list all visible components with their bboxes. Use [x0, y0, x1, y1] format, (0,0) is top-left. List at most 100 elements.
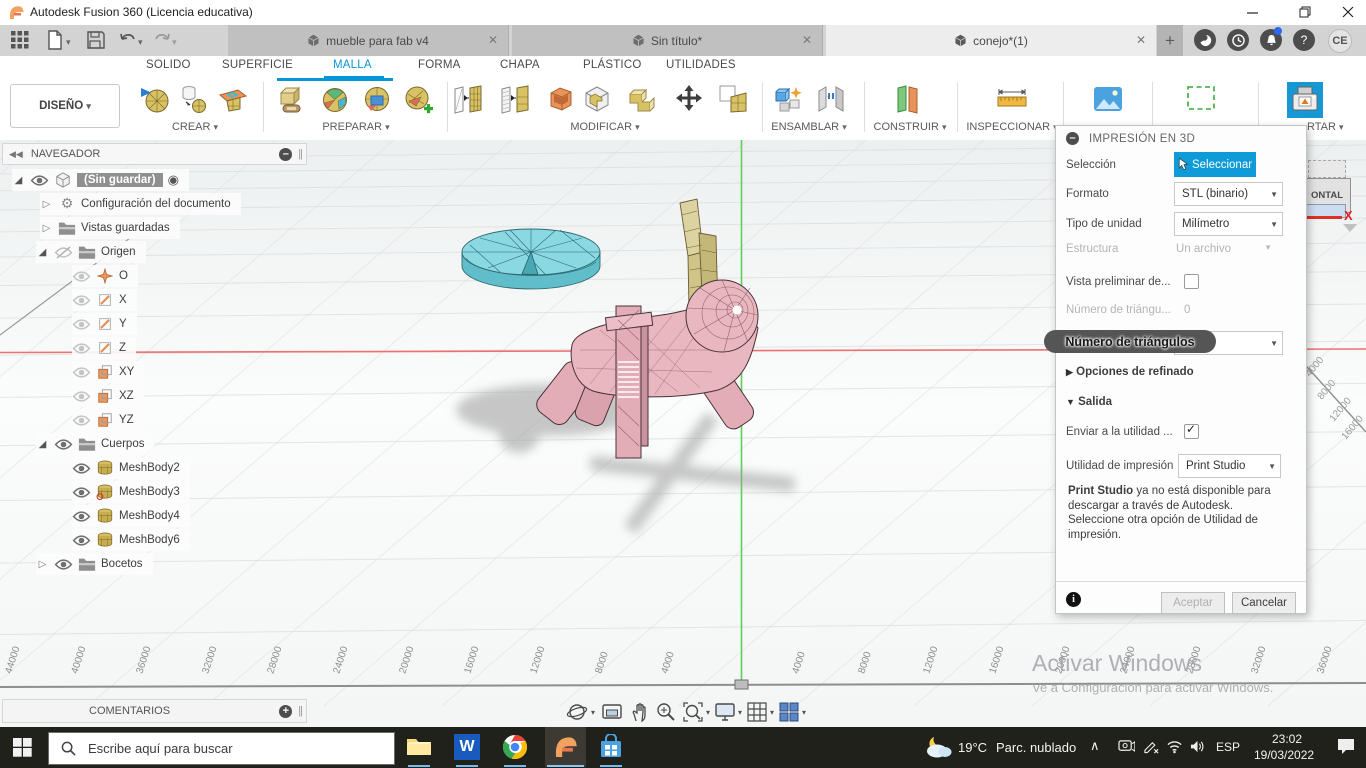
- cancel-button[interactable]: Cancelar: [1232, 592, 1296, 614]
- visibility-eye-icon[interactable]: [72, 294, 91, 307]
- viewports-caret[interactable]: ▾: [802, 708, 806, 717]
- tree-label[interactable]: MeshBody3: [119, 486, 180, 498]
- move-icon[interactable]: [674, 84, 704, 114]
- visibility-eye-icon[interactable]: [54, 438, 73, 451]
- expander-open-icon[interactable]: ◢: [12, 175, 25, 186]
- delete-faces-icon[interactable]: [718, 84, 748, 114]
- generate-faces-icon[interactable]: [278, 84, 308, 114]
- navigator-minus-icon[interactable]: –: [279, 148, 292, 161]
- ribbon-tab-utilidades[interactable]: UTILIDADES: [666, 59, 736, 71]
- group-label-insertar-partial[interactable]: RTAR ▾: [1307, 121, 1357, 133]
- account-avatar[interactable]: CE: [1328, 29, 1352, 53]
- accept-button[interactable]: Aceptar: [1161, 592, 1225, 614]
- wifi-icon[interactable]: [1166, 739, 1183, 754]
- joint-icon[interactable]: [816, 84, 846, 114]
- group-label-inspeccionar[interactable]: INSPECCIONAR ▾: [952, 121, 1072, 133]
- viewcube-x-label[interactable]: X: [1344, 208, 1353, 223]
- ribbon-tab-superficie[interactable]: SUPERFICIE: [222, 59, 293, 71]
- close-button[interactable]: [1333, 3, 1363, 21]
- tree-item-sketches[interactable]: ▷ Bocetos: [36, 553, 153, 575]
- ribbon-tab-forma[interactable]: FORMA: [418, 59, 461, 71]
- tree-label[interactable]: Vistas guardadas: [81, 222, 170, 234]
- fusion-taskbar-tile[interactable]: [545, 727, 586, 767]
- tree-label[interactable]: MeshBody4: [119, 510, 180, 522]
- job-status-icon[interactable]: [1227, 29, 1249, 51]
- weather-temp[interactable]: 19°C: [958, 740, 987, 755]
- app-grid-icon[interactable]: [10, 30, 30, 50]
- tree-item-origin[interactable]: ◢ Origen: [36, 241, 146, 263]
- orbit-icon[interactable]: [566, 701, 588, 723]
- tree-item-meshbody6[interactable]: MeshBody6: [72, 529, 190, 551]
- display-caret[interactable]: ▾: [738, 708, 742, 717]
- grid-caret[interactable]: ▾: [770, 708, 774, 717]
- print-3d-active-tool[interactable]: [1287, 82, 1323, 118]
- undo-icon[interactable]: [118, 30, 138, 50]
- tree-label[interactable]: Bocetos: [101, 558, 143, 570]
- tree-item-root[interactable]: ◢ (Sin guardar) ◉: [12, 169, 189, 191]
- undo-caret[interactable]: ▾: [138, 37, 143, 48]
- tree-label[interactable]: X: [119, 294, 127, 306]
- comments-bar[interactable]: COMENTARIOS + ||: [2, 699, 307, 723]
- visibility-eye-off-icon[interactable]: [54, 246, 73, 259]
- paint-face-group-icon[interactable]: [362, 84, 392, 114]
- start-button-icon[interactable]: [13, 738, 32, 757]
- tree-label[interactable]: Origen: [101, 246, 136, 258]
- search-input[interactable]: [86, 740, 370, 757]
- pan-hand-icon[interactable]: [629, 701, 651, 723]
- ribbon-tab-chapa[interactable]: CHAPA: [500, 59, 540, 71]
- visibility-eye-icon[interactable]: [72, 342, 91, 355]
- visibility-eye-icon[interactable]: [72, 414, 91, 427]
- grid-snap-icon[interactable]: [746, 701, 768, 723]
- visibility-eye-icon[interactable]: [54, 558, 73, 571]
- display-settings-icon[interactable]: [714, 701, 736, 723]
- reduce-icon[interactable]: [500, 84, 530, 114]
- group-label-crear[interactable]: CREAR ▾: [150, 121, 240, 133]
- viewcube-arrow-down[interactable]: [1343, 224, 1357, 232]
- tree-item-document-settings[interactable]: ▷ ⚙ Configuración del documento: [40, 193, 241, 215]
- new-component-icon[interactable]: [773, 84, 803, 114]
- tab-mueble-para-fab[interactable]: mueble para fab v4 ✕: [228, 25, 509, 56]
- redo-icon[interactable]: [152, 30, 172, 50]
- preview-checkbox[interactable]: [1184, 274, 1199, 289]
- tree-label[interactable]: Y: [119, 318, 127, 330]
- tree-label[interactable]: Configuración del documento: [81, 198, 231, 210]
- navigator-grip[interactable]: ||: [298, 148, 302, 160]
- visibility-eye-icon[interactable]: [72, 486, 91, 499]
- comments-plus-icon[interactable]: +: [279, 705, 292, 718]
- visibility-eye-icon[interactable]: [72, 510, 91, 523]
- tree-item-meshbody3[interactable]: MeshBody3: [72, 481, 190, 503]
- shell-icon[interactable]: [546, 84, 576, 114]
- tray-chevron-icon[interactable]: ∧: [1090, 738, 1100, 754]
- insert-canvas-icon[interactable]: [1093, 84, 1123, 114]
- tree-label[interactable]: Z: [119, 342, 126, 354]
- tree-label[interactable]: MeshBody6: [119, 534, 180, 546]
- tree-item-bodies[interactable]: ◢ Cuerpos: [36, 433, 154, 455]
- fit-caret[interactable]: ▾: [706, 708, 710, 717]
- plane-cut-icon[interactable]: [582, 84, 612, 114]
- action-center-icon[interactable]: [1336, 737, 1356, 755]
- tree-label[interactable]: MeshBody2: [119, 462, 180, 474]
- tree-label[interactable]: XZ: [119, 390, 134, 402]
- visibility-eye-icon[interactable]: [72, 366, 91, 379]
- tab-close-icon[interactable]: ✕: [1136, 33, 1146, 47]
- clock-time[interactable]: 23:02: [1272, 732, 1302, 746]
- tree-item-meshbody4[interactable]: MeshBody4: [72, 505, 190, 527]
- tree-item-axis-x[interactable]: X: [72, 289, 137, 311]
- measure-icon[interactable]: [996, 84, 1028, 114]
- tree-item-saved-views[interactable]: ▷ Vistas guardadas: [40, 217, 180, 239]
- expander-closed-icon[interactable]: ▷: [36, 559, 49, 570]
- tab-close-icon[interactable]: ✕: [488, 33, 498, 47]
- restore-button[interactable]: [1290, 3, 1320, 21]
- remesh-icon[interactable]: [453, 84, 483, 114]
- weather-icon[interactable]: [922, 735, 952, 759]
- tab-conejo[interactable]: conejo*(1) ✕: [826, 25, 1156, 56]
- visibility-eye-icon[interactable]: [72, 390, 91, 403]
- redo-caret[interactable]: ▾: [172, 37, 177, 48]
- unit-dropdown[interactable]: Milímetro▼: [1174, 212, 1283, 236]
- dialog-collapse-icon[interactable]: –: [1066, 132, 1079, 145]
- expander-open-icon[interactable]: ◢: [36, 439, 49, 450]
- visibility-eye-icon[interactable]: [72, 270, 91, 283]
- tessellate-icon[interactable]: [218, 84, 248, 114]
- ribbon-tab-solido[interactable]: SOLIDO: [146, 59, 191, 71]
- select-button[interactable]: Seleccionar: [1174, 152, 1256, 177]
